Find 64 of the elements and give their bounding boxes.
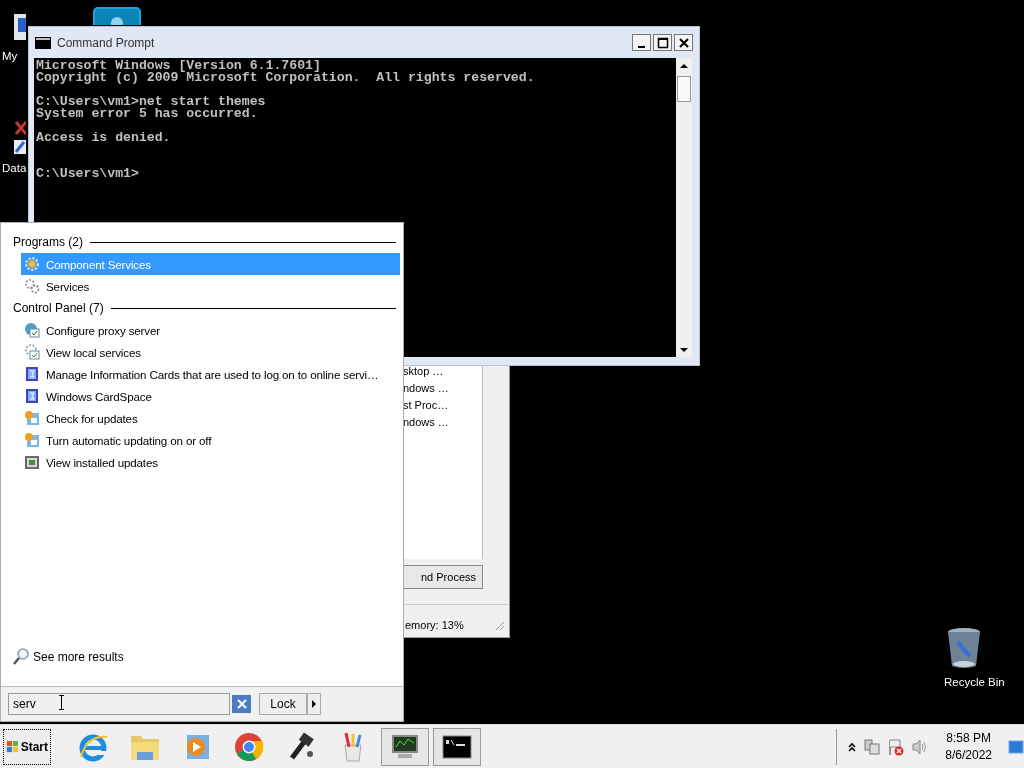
gear-check-icon bbox=[24, 344, 40, 360]
windows-logo-icon bbox=[6, 739, 20, 755]
shutdown-options-button[interactable] bbox=[307, 693, 321, 715]
process-name[interactable]: ndows … bbox=[403, 380, 482, 397]
see-more-results-link[interactable]: See more results bbox=[13, 648, 124, 666]
browser-ring-icon[interactable] bbox=[234, 732, 264, 762]
close-icon bbox=[235, 698, 248, 710]
result-item[interactable]: View installed updates bbox=[21, 451, 400, 473]
window-title: Command Prompt bbox=[57, 35, 155, 50]
card-icon bbox=[24, 366, 40, 382]
result-item[interactable]: Services bbox=[21, 275, 400, 297]
text-cursor-icon bbox=[59, 695, 64, 710]
clear-search-button[interactable] bbox=[232, 695, 251, 713]
app-tile-icon[interactable] bbox=[93, 7, 141, 25]
minimize-button[interactable] bbox=[632, 34, 651, 51]
flag-error-icon[interactable] bbox=[887, 738, 906, 756]
scrollbar[interactable] bbox=[676, 58, 692, 357]
result-item[interactable]: Check for updates bbox=[21, 407, 400, 429]
console-line: C:\Users\vm1> bbox=[36, 168, 140, 180]
icon-label: Data bbox=[2, 162, 27, 174]
card-icon bbox=[24, 388, 40, 404]
gear-icon bbox=[24, 256, 40, 272]
process-name[interactable]: st Proc… bbox=[403, 397, 482, 414]
close-button[interactable] bbox=[674, 34, 693, 51]
result-item[interactable]: Turn automatic updating on or off bbox=[21, 429, 400, 451]
console-line: Microsoft Windows [Version 6.1.7601] bbox=[36, 60, 321, 72]
section-heading: Control Panel (7) bbox=[13, 301, 104, 315]
maximize-button[interactable] bbox=[653, 34, 672, 51]
clock[interactable]: 8:58 PM 8/6/2022 bbox=[945, 730, 992, 764]
minimize-icon bbox=[638, 45, 645, 48]
icon-label: Recycle Bin bbox=[944, 676, 1005, 688]
end-process-button[interactable]: nd Process bbox=[403, 565, 483, 589]
console-line: C:\Users\vm1>net start themes bbox=[36, 96, 267, 108]
network-icon[interactable] bbox=[863, 738, 882, 756]
chevron-up-icon[interactable] bbox=[847, 741, 858, 753]
search-field[interactable]: serv bbox=[8, 693, 230, 715]
update-icon bbox=[24, 410, 40, 426]
process-name[interactable]: sktop … bbox=[403, 363, 482, 380]
gears-icon bbox=[24, 278, 40, 294]
console-icon[interactable] bbox=[442, 735, 472, 759]
globe-check-icon bbox=[24, 322, 40, 338]
update-icon bbox=[24, 432, 40, 448]
search-icon bbox=[13, 648, 29, 666]
close-icon bbox=[677, 36, 690, 49]
result-item[interactable]: Configure proxy server bbox=[21, 319, 400, 341]
start-button[interactable]: Start bbox=[3, 729, 51, 765]
console-line: System error 5 has occurred. bbox=[36, 108, 259, 120]
result-item[interactable]: Manage Information Cards that are used to log on to online servi… bbox=[21, 363, 400, 385]
result-item[interactable]: Windows CardSpace bbox=[21, 385, 400, 407]
process-name[interactable]: ndows … bbox=[403, 414, 482, 431]
console-line: Access is denied. bbox=[36, 132, 172, 144]
console-icon bbox=[35, 36, 51, 49]
lock-button[interactable]: Lock bbox=[259, 693, 307, 715]
icon-label: My bbox=[2, 50, 18, 62]
caret-icon bbox=[311, 699, 317, 709]
maximize-icon bbox=[656, 36, 669, 49]
result-item[interactable]: View local services bbox=[21, 341, 400, 363]
show-desktop-icon[interactable] bbox=[1008, 740, 1024, 754]
console-line: Copyright (c) 2009 Microsoft Corporation. All rights reserved. bbox=[36, 72, 536, 84]
installed-updates-icon bbox=[24, 454, 40, 470]
scroll-thumb[interactable] bbox=[677, 76, 691, 102]
memory-status: emory: 13% bbox=[405, 619, 464, 631]
resize-grip-icon[interactable] bbox=[493, 619, 505, 631]
section-heading: Programs (2) bbox=[13, 235, 83, 249]
